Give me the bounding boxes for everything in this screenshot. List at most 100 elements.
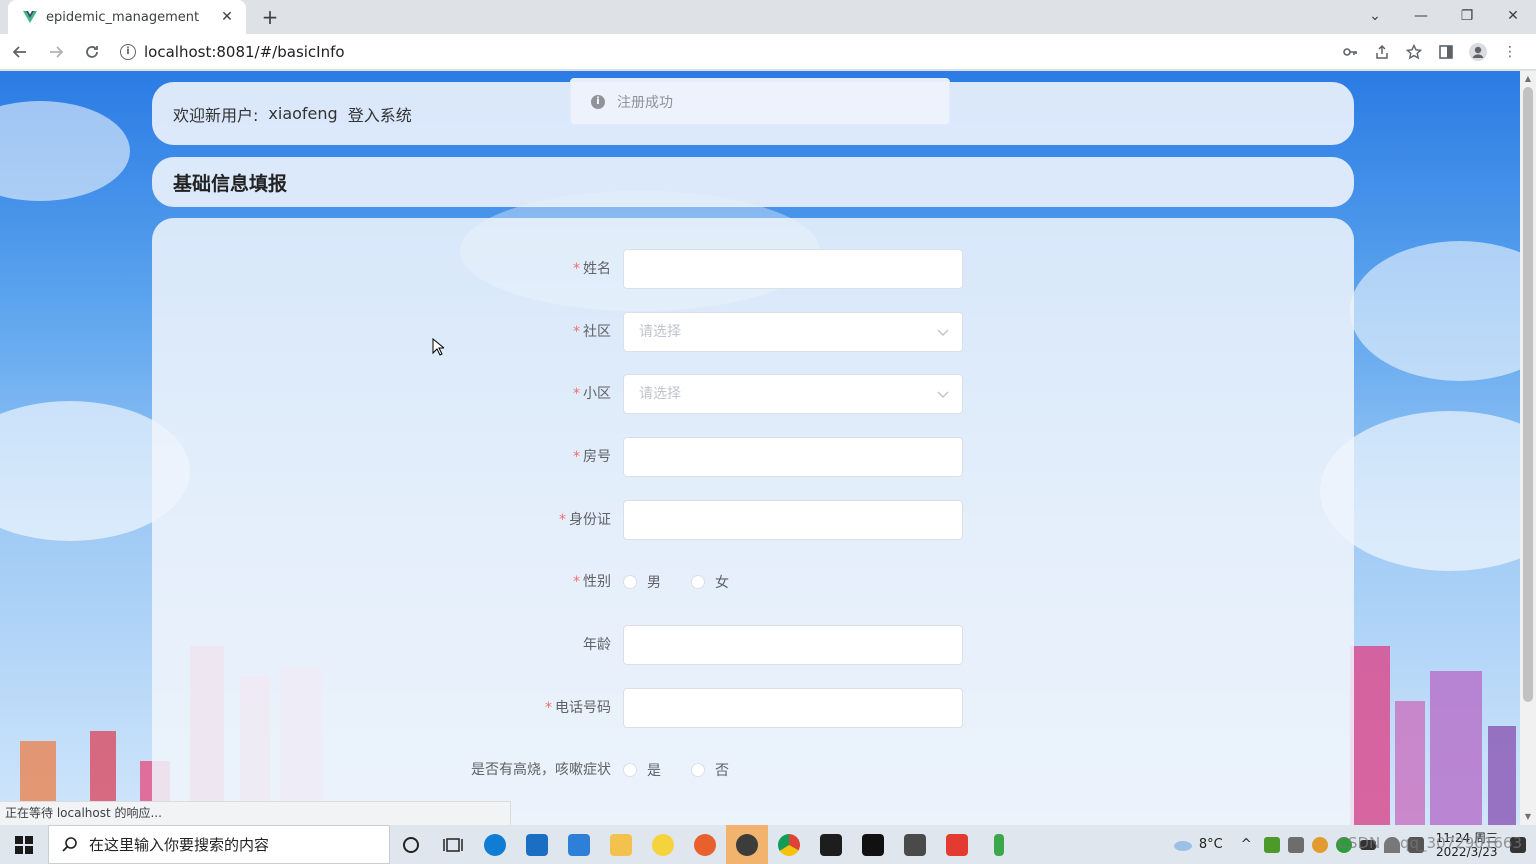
- form-row-room: * 房号: [152, 437, 1354, 477]
- form-row-fever: 是否有高烧，咳嗽症状 是 否: [152, 750, 1354, 790]
- chrome-icon[interactable]: [768, 825, 810, 864]
- radio-circle-icon[interactable]: [623, 763, 637, 777]
- tray-app-icon[interactable]: [1263, 836, 1280, 853]
- phone-input[interactable]: [623, 688, 963, 728]
- gender-radio-female[interactable]: 女: [691, 572, 729, 592]
- close-window-icon[interactable]: ✕: [1490, 0, 1536, 32]
- notes-app-icon[interactable]: [642, 825, 684, 864]
- address-bar[interactable]: i localhost:8081/#/basicInfo: [110, 37, 1370, 67]
- forward-arrow-icon[interactable]: [40, 36, 72, 68]
- windows-start-icon[interactable]: [0, 825, 48, 864]
- estate-placeholder: 请选择: [639, 386, 681, 402]
- intellij-icon[interactable]: [810, 825, 852, 864]
- radio-circle-icon[interactable]: [691, 575, 705, 589]
- welcome-prefix: 欢迎新用户:: [173, 105, 259, 125]
- chevron-down-icon: [937, 329, 949, 337]
- store-icon[interactable]: [516, 825, 558, 864]
- site-info-icon[interactable]: i: [120, 44, 136, 60]
- basic-info-form: * 姓名 * 社区 请选择 * 小区 请选择 * 房号 * 身份证 * 性别 男…: [152, 218, 1354, 825]
- tray-qq-icon[interactable]: [1311, 836, 1328, 853]
- firefox-icon[interactable]: [684, 825, 726, 864]
- taskbar-search-box[interactable]: 在这里输入你要搜索的内容: [48, 825, 390, 864]
- form-row-phone: * 电话号码: [152, 688, 1354, 728]
- scrollbar-thumb[interactable]: [1523, 87, 1533, 702]
- fever-radio-no[interactable]: 否: [691, 760, 729, 780]
- name-label: * 姓名: [573, 261, 611, 277]
- age-label: 年龄: [583, 637, 611, 653]
- gender-radio-group: 男 女: [623, 562, 759, 602]
- tab-search-chevron-icon[interactable]: ⌄: [1352, 0, 1398, 32]
- windows-taskbar: 在这里输入你要搜索的内容 8°C ^ 11:24 周三 2022/3/23 CS…: [0, 825, 1536, 864]
- terminal-icon[interactable]: [852, 825, 894, 864]
- estate-label: * 小区: [573, 386, 611, 402]
- battery-app-icon[interactable]: [978, 825, 1020, 864]
- fever-label: 是否有高烧，咳嗽症状: [471, 762, 611, 778]
- task-view-icon[interactable]: [432, 825, 474, 864]
- reload-icon[interactable]: [76, 36, 108, 68]
- id-card-input[interactable]: [623, 500, 963, 540]
- browser-tab[interactable]: epidemic_management ✕: [8, 0, 246, 34]
- back-arrow-icon[interactable]: [4, 36, 36, 68]
- age-input[interactable]: [623, 625, 963, 665]
- remote-desktop-icon[interactable]: [894, 825, 936, 864]
- system-tray: 8°C ^ 11:24 周三 2022/3/23 CSDN @qq_307290…: [1173, 825, 1536, 864]
- scroll-up-arrow-icon[interactable]: ▲: [1524, 75, 1532, 83]
- bookmark-star-icon[interactable]: [1398, 36, 1430, 68]
- mail-icon[interactable]: [558, 825, 600, 864]
- tray-overflow-chevron-icon[interactable]: ^: [1241, 837, 1252, 852]
- community-label: * 社区: [573, 324, 611, 340]
- form-row-community: * 社区 请选择: [152, 312, 1354, 352]
- edge-browser-icon[interactable]: [474, 825, 516, 864]
- welcome-suffix: 登入系统: [347, 105, 412, 125]
- vue-logo-icon: [23, 11, 37, 23]
- radio-circle-icon[interactable]: [691, 763, 705, 777]
- csdn-watermark: CSDN @qq_3072901663: [1337, 834, 1522, 852]
- restore-icon[interactable]: ❐: [1444, 0, 1490, 32]
- file-explorer-icon[interactable]: [600, 825, 642, 864]
- name-input[interactable]: [623, 249, 963, 289]
- section-title-card: 基础信息填报: [152, 157, 1354, 207]
- new-tab-icon[interactable]: +: [258, 6, 282, 30]
- toolbar-actions: ⋮: [1334, 36, 1526, 68]
- browser-tabstrip: epidemic_management ✕ + ⌄ — ❐ ✕: [0, 0, 1536, 34]
- window-controls: ⌄ — ❐ ✕: [1352, 0, 1536, 32]
- page-viewport: 欢迎新用户: xiaofeng 登入系统 基础信息填报 * 姓名 * 社区 请选择 …: [0, 71, 1536, 825]
- form-row-age: 年龄: [152, 625, 1354, 665]
- community-select[interactable]: 请选择: [623, 312, 963, 352]
- browser-menu-icon[interactable]: ⋮: [1494, 36, 1526, 68]
- tray-monitor-icon[interactable]: [1287, 836, 1304, 853]
- browser-status-bubble: 正在等待 localhost 的响应...: [0, 801, 511, 825]
- id-label: * 身份证: [559, 512, 611, 528]
- tab-close-icon[interactable]: ✕: [218, 8, 236, 26]
- form-row-estate: * 小区 请选择: [152, 374, 1354, 414]
- scroll-down-arrow-icon[interactable]: ▼: [1524, 813, 1532, 821]
- info-icon: i: [591, 94, 605, 109]
- estate-select[interactable]: 请选择: [623, 374, 963, 414]
- form-row-gender: * 性别 男 女: [152, 562, 1354, 602]
- side-panel-icon[interactable]: [1430, 36, 1462, 68]
- profile-avatar-icon[interactable]: [1462, 36, 1494, 68]
- success-toast: i 注册成功: [570, 78, 950, 125]
- key-icon[interactable]: [1334, 36, 1366, 68]
- search-icon: [62, 836, 77, 852]
- radio-circle-icon[interactable]: [623, 575, 637, 589]
- weather-widget[interactable]: 8°C: [1173, 837, 1223, 852]
- form-row-name: * 姓名: [152, 249, 1354, 289]
- gender-radio-male[interactable]: 男: [623, 572, 661, 592]
- phone-label: * 电话号码: [545, 700, 611, 716]
- minimize-icon[interactable]: —: [1398, 0, 1444, 32]
- room-label: * 房号: [573, 449, 611, 465]
- fever-radio-yes[interactable]: 是: [623, 760, 661, 780]
- toast-message: 注册成功: [617, 94, 673, 111]
- gender-label: * 性别: [573, 574, 611, 590]
- share-icon[interactable]: [1366, 36, 1398, 68]
- cloud-icon: [1173, 840, 1192, 851]
- cortana-icon[interactable]: [390, 825, 432, 864]
- media-app-icon[interactable]: [726, 825, 768, 864]
- page-title: 基础信息填报: [173, 172, 288, 195]
- fever-radio-group: 是 否: [623, 750, 759, 790]
- room-input[interactable]: [623, 437, 963, 477]
- page-scrollbar[interactable]: ▲ ▼: [1520, 71, 1536, 825]
- deals-app-icon[interactable]: [936, 825, 978, 864]
- mouse-cursor-icon: [432, 338, 444, 356]
